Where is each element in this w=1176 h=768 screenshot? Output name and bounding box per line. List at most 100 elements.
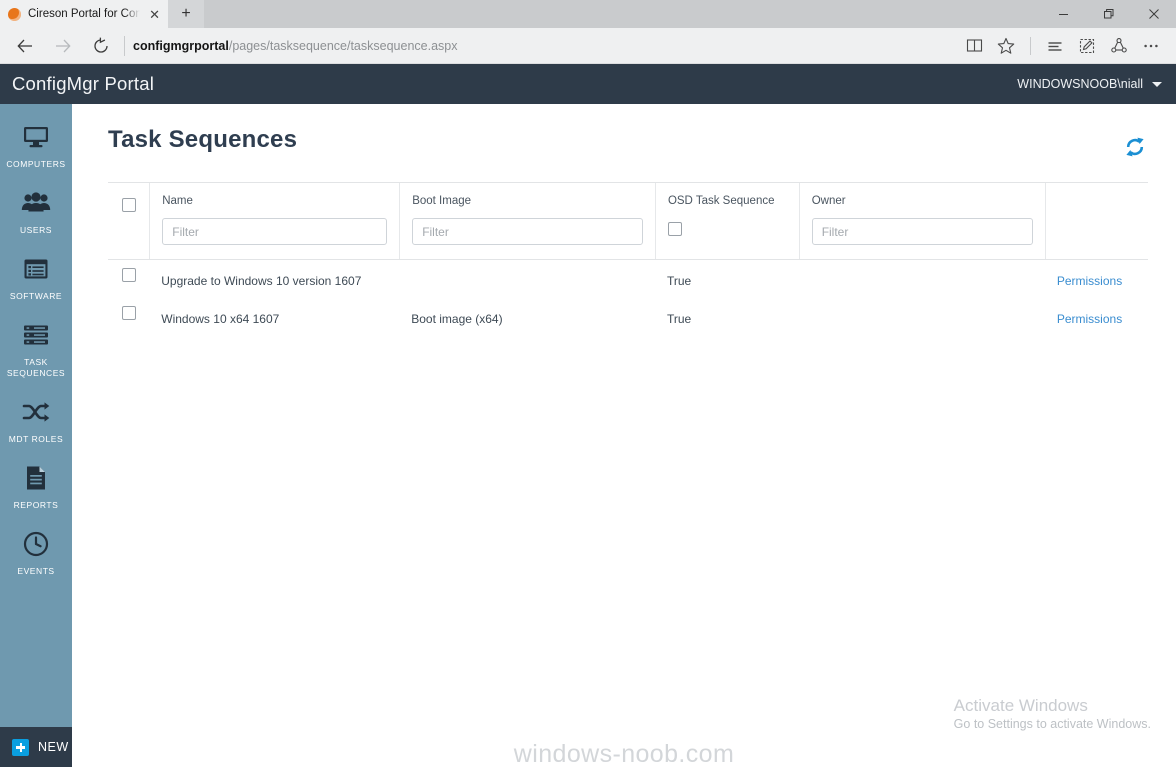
- sidebar-nav: Computers Users: [0, 104, 72, 727]
- user-name: WINDOWSNOOB\niall: [1017, 77, 1143, 91]
- shuffle-icon: [22, 397, 50, 427]
- site-watermark: windows-noob.com: [513, 740, 735, 767]
- url-host: configmgrportal: [133, 38, 229, 53]
- column-label-osd: OSD Task Sequence: [667, 195, 775, 207]
- address-bar[interactable]: configmgrportal/pages/tasksequence/tasks…: [133, 30, 959, 62]
- row-checkbox[interactable]: [122, 268, 136, 282]
- column-label-name: Name: [162, 195, 193, 207]
- users-icon: [21, 188, 51, 218]
- plus-square-icon: [12, 738, 29, 756]
- filter-input-owner[interactable]: [811, 218, 1033, 245]
- restore-button[interactable]: [1086, 0, 1131, 28]
- sidebar-item-label: MDT Roles: [8, 434, 64, 444]
- reading-view-icon[interactable]: [959, 31, 989, 61]
- grid-header-boot-image: Boot Image: [399, 183, 655, 259]
- sidebar-item-users[interactable]: Users: [0, 178, 72, 244]
- sidebar-item-events[interactable]: Events: [0, 519, 72, 585]
- browser-chrome: Cireson Portal for Confi ✕ + configmgrpo…: [0, 0, 1176, 64]
- grid-header: Name Boot Image OSD Task Sequence Owner: [108, 183, 1148, 260]
- table-row[interactable]: Windows 10 x64 1607 Boot image (x64) Tru…: [108, 298, 1148, 336]
- new-tab-button[interactable]: +: [168, 0, 204, 28]
- hub-icon[interactable]: [1040, 31, 1070, 61]
- grid-header-select: [108, 183, 149, 259]
- close-button[interactable]: [1131, 0, 1176, 28]
- cell-owner: [799, 298, 1045, 322]
- table-row[interactable]: Upgrade to Windows 10 version 1607 True …: [108, 260, 1148, 298]
- page-header: Task Sequences: [72, 104, 1176, 160]
- cell-boot-image: [399, 260, 655, 284]
- refresh-button[interactable]: [1122, 134, 1148, 160]
- web-note-icon[interactable]: [1072, 31, 1102, 61]
- main-content: Task Sequences Name Filter Boot Image Fi…: [72, 104, 1176, 767]
- refresh-arrow-icon[interactable]: [82, 30, 120, 62]
- grid-header-owner: Owner: [798, 183, 1045, 259]
- address-separator: [124, 35, 125, 56]
- sidebar-item-computers[interactable]: Computers: [0, 112, 72, 178]
- filter-checkbox-osd[interactable]: [667, 222, 682, 236]
- cell-name: Windows 10 x64 1607: [161, 312, 280, 326]
- browser-toolbar: [959, 31, 1166, 61]
- sidebar-item-mdt-roles[interactable]: MDT Roles: [0, 387, 72, 453]
- app-header: ConfigMgr Portal WINDOWSNOOB\niall: [0, 64, 1176, 104]
- document-icon: [24, 463, 48, 493]
- filter-input-boot-image[interactable]: [412, 218, 643, 245]
- sidebar-item-label: Reports: [13, 500, 59, 510]
- favorites-star-icon[interactable]: [991, 31, 1021, 61]
- task-sequences-grid: Name Boot Image OSD Task Sequence Owner: [108, 183, 1148, 336]
- sidebar-item-software[interactable]: Software: [0, 244, 72, 310]
- sidebar-item-reports[interactable]: Reports: [0, 453, 72, 519]
- new-button[interactable]: NEW: [0, 727, 72, 767]
- cell-permissions: Permissions: [1045, 260, 1148, 298]
- browser-window: Cireson Portal for Confi ✕ + configmgrpo…: [0, 0, 1176, 768]
- filter-input-name[interactable]: [162, 218, 388, 245]
- cell-owner: [799, 260, 1045, 284]
- toolbar-separator: [1030, 36, 1031, 55]
- sidebar-item-label: Computers: [6, 159, 66, 169]
- cell-boot-image: Boot image (x64): [411, 312, 503, 326]
- activate-windows-title: Activate Windows: [953, 696, 1088, 715]
- sidebar: Computers Users: [0, 104, 72, 767]
- activate-windows-subtitle: Go to Settings to activate Windows.: [953, 717, 1151, 731]
- browser-navigation-bar: configmgrportal/pages/tasksequence/tasks…: [0, 28, 1176, 64]
- minimize-button[interactable]: [1041, 0, 1086, 28]
- server-stack-icon: [22, 320, 50, 350]
- app-brand-title: ConfigMgr Portal: [12, 73, 155, 94]
- page-title: Task Sequences: [108, 126, 298, 153]
- url-path: /pages/tasksequence/tasksequence.aspx: [228, 38, 458, 53]
- tab-title: Cireson Portal for Confi: [28, 8, 141, 20]
- column-label-boot-image: Boot Image: [412, 195, 472, 207]
- select-all-checkbox[interactable]: [122, 198, 136, 212]
- more-icon[interactable]: [1136, 31, 1166, 61]
- close-icon[interactable]: ✕: [147, 8, 162, 21]
- browser-tab[interactable]: Cireson Portal for Confi ✕: [0, 0, 168, 28]
- row-checkbox[interactable]: [122, 306, 136, 320]
- sidebar-item-task-sequences[interactable]: Task Sequences: [0, 310, 72, 387]
- cell-osd: True: [666, 312, 692, 326]
- new-button-label: NEW: [38, 740, 69, 754]
- row-select-cell: [108, 298, 149, 333]
- grid-header-permissions: [1044, 183, 1148, 259]
- back-arrow-icon[interactable]: [6, 30, 44, 62]
- sidebar-item-label: Events: [17, 566, 55, 576]
- software-window-icon: [23, 254, 49, 284]
- app-body: Computers Users: [0, 104, 1176, 767]
- cell-name: Upgrade to Windows 10 version 1607: [161, 274, 362, 288]
- share-icon[interactable]: [1104, 31, 1134, 61]
- row-select-cell: [108, 260, 149, 295]
- grid-header-name: Name: [149, 183, 399, 259]
- monitor-icon: [22, 122, 50, 152]
- activate-windows-watermark: Activate Windows Go to Settings to activ…: [954, 695, 1151, 731]
- window-controls: [1041, 0, 1176, 28]
- permissions-link[interactable]: Permissions: [1057, 312, 1122, 326]
- cireson-circle-icon: [8, 7, 21, 21]
- chevron-down-icon: [1152, 81, 1162, 87]
- tab-strip: Cireson Portal for Confi ✕ +: [0, 0, 1176, 28]
- clock-icon: [23, 529, 49, 559]
- permissions-link[interactable]: Permissions: [1057, 274, 1122, 288]
- sidebar-item-label: Task Sequences: [6, 357, 66, 378]
- grid-header-osd: OSD Task Sequence: [654, 183, 799, 259]
- cell-osd: True: [666, 274, 692, 288]
- user-menu[interactable]: WINDOWSNOOB\niall: [1017, 77, 1162, 91]
- forward-arrow-icon[interactable]: [44, 30, 82, 62]
- sidebar-item-label: Software: [9, 291, 63, 301]
